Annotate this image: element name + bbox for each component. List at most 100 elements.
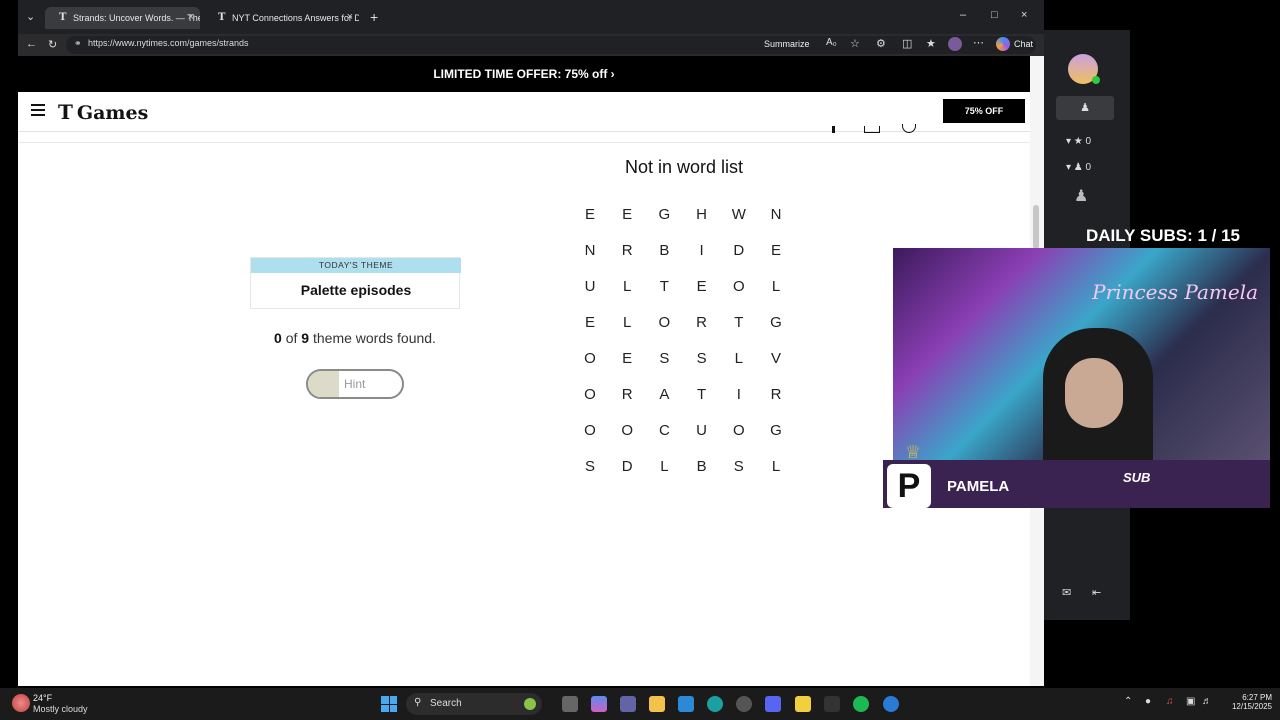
tab-strands[interactable]: T Strands: Uncover Words. — The N × <box>45 7 200 29</box>
hamburger-menu-icon[interactable] <box>31 104 45 116</box>
grid-letter[interactable]: S <box>692 350 712 367</box>
store-icon[interactable] <box>678 696 694 712</box>
new-tab-icon[interactable]: + <box>370 9 378 25</box>
grid-letter[interactable]: B <box>654 242 674 259</box>
grid-letter[interactable]: D <box>729 242 749 259</box>
clock[interactable]: 6:27 PM 12/15/2025 <box>1222 693 1272 711</box>
favorite-star-icon[interactable]: ☆ <box>850 37 860 50</box>
grid-letter[interactable]: L <box>617 278 637 295</box>
grid-letter[interactable]: L <box>654 458 674 475</box>
stats-icon[interactable] <box>864 126 880 133</box>
microphone-icon[interactable]: ♫ <box>1166 696 1174 707</box>
minimize-icon[interactable]: – <box>960 9 966 21</box>
grid-letter[interactable]: T <box>692 386 712 403</box>
hint-button[interactable]: Hint <box>306 369 404 399</box>
grid-letter[interactable]: T <box>654 278 674 295</box>
toolbar-icon[interactable] <box>832 126 835 133</box>
grid-letter[interactable]: O <box>617 422 637 439</box>
grid-letter[interactable]: G <box>654 206 674 223</box>
grid-letter[interactable]: I <box>729 386 749 403</box>
grid-letter[interactable]: R <box>617 386 637 403</box>
add-friend-icon[interactable]: ♟ <box>1056 96 1114 120</box>
favorites-icon[interactable]: ★ <box>926 37 936 50</box>
obs-icon[interactable] <box>824 696 840 712</box>
taskbar-search[interactable]: ⚲ Search <box>406 693 542 715</box>
grid-letter[interactable]: O <box>580 350 600 367</box>
grid-letter[interactable]: D <box>617 458 637 475</box>
grid-letter[interactable]: E <box>580 314 600 331</box>
chat-bubble-icon[interactable]: ✉ <box>1062 586 1071 599</box>
read-aloud-icon[interactable]: A₀ <box>826 37 837 48</box>
back-icon[interactable]: ← <box>26 38 37 50</box>
scrollbar-thumb[interactable] <box>1033 205 1039 249</box>
tray-app-icon[interactable]: ● <box>1145 696 1151 707</box>
volume-icon[interactable]: ♬ <box>1202 696 1212 707</box>
grid-letter[interactable]: C <box>654 422 674 439</box>
copilot-icon[interactable] <box>996 37 1010 51</box>
maximize-icon[interactable]: □ <box>991 9 998 21</box>
grid-letter[interactable]: G <box>766 422 786 439</box>
grid-letter[interactable]: E <box>692 278 712 295</box>
grid-letter[interactable]: G <box>766 314 786 331</box>
user-settings-icon[interactable]: ♟ <box>1074 186 1088 206</box>
grid-letter[interactable]: L <box>729 350 749 367</box>
app-icon[interactable] <box>883 696 899 712</box>
grid-letter[interactable]: O <box>654 314 674 331</box>
grid-letter[interactable]: N <box>580 242 600 259</box>
grid-letter[interactable]: L <box>766 278 786 295</box>
grid-letter[interactable]: V <box>766 350 786 367</box>
nyt-games-logo[interactable]: T Games <box>58 100 148 124</box>
reload-icon[interactable]: ↻ <box>48 38 57 51</box>
split-screen-icon[interactable]: ◫ <box>902 37 912 50</box>
weather-icon[interactable] <box>12 694 30 712</box>
summarize-button[interactable]: Summarize <box>764 39 810 49</box>
grid-letter[interactable]: R <box>617 242 637 259</box>
file-explorer-icon[interactable] <box>649 696 665 712</box>
tab-list-chevron-icon[interactable]: ⌄ <box>26 10 35 23</box>
grid-letter[interactable]: I <box>692 242 712 259</box>
grid-letter[interactable]: L <box>766 458 786 475</box>
grid-letter[interactable]: N <box>766 206 786 223</box>
grid-letter[interactable]: O <box>580 422 600 439</box>
grid-letter[interactable]: U <box>692 422 712 439</box>
grid-letter[interactable]: S <box>729 458 749 475</box>
task-view-icon[interactable] <box>562 696 578 712</box>
grid-letter[interactable]: O <box>729 278 749 295</box>
grid-letter[interactable]: S <box>580 458 600 475</box>
site-info-icon[interactable]: ⚭ <box>74 38 82 49</box>
grid-letter[interactable]: U <box>580 278 600 295</box>
grid-letter[interactable]: L <box>617 314 637 331</box>
members-count-row[interactable]: ▾ ♟ 0 <box>1066 162 1091 173</box>
spotify-icon[interactable] <box>853 696 869 712</box>
grid-letter[interactable]: E <box>617 350 637 367</box>
more-menu-icon[interactable]: ⋯ <box>973 36 984 49</box>
settings-app-icon[interactable] <box>736 696 752 712</box>
grid-letter[interactable]: W <box>729 206 749 223</box>
profile-avatar-icon[interactable] <box>948 37 962 51</box>
grid-letter[interactable]: S <box>654 350 674 367</box>
grid-letter[interactable]: R <box>766 386 786 403</box>
help-icon[interactable] <box>902 124 916 133</box>
start-windows-icon[interactable] <box>381 696 397 712</box>
grid-letter[interactable]: H <box>692 206 712 223</box>
grid-letter[interactable]: A <box>654 386 674 403</box>
close-window-icon[interactable]: × <box>1021 9 1027 21</box>
grid-letter[interactable]: E <box>580 206 600 223</box>
grid-letter[interactable]: T <box>729 314 749 331</box>
extensions-icon[interactable]: ⚙ <box>876 37 886 50</box>
offer-button[interactable]: 75% OFF <box>943 99 1025 123</box>
teams-icon[interactable] <box>620 696 636 712</box>
tab-connections[interactable]: T NYT Connections Answers for Dec × <box>204 7 359 29</box>
grid-letter[interactable]: O <box>729 422 749 439</box>
tab-close-icon[interactable]: × <box>347 11 353 23</box>
grid-letter[interactable]: E <box>766 242 786 259</box>
tab-close-icon[interactable]: × <box>188 11 194 23</box>
discord-icon[interactable] <box>765 696 781 712</box>
promo-banner[interactable]: LIMITED TIME OFFER: 75% off › <box>18 56 1030 92</box>
grid-letter[interactable]: O <box>580 386 600 403</box>
network-icon[interactable]: ▣ <box>1186 696 1195 707</box>
copilot-app-icon[interactable] <box>591 696 607 712</box>
grid-letter[interactable]: B <box>692 458 712 475</box>
grid-letter[interactable]: E <box>617 206 637 223</box>
tray-overflow-icon[interactable]: ⌃ <box>1124 696 1132 707</box>
